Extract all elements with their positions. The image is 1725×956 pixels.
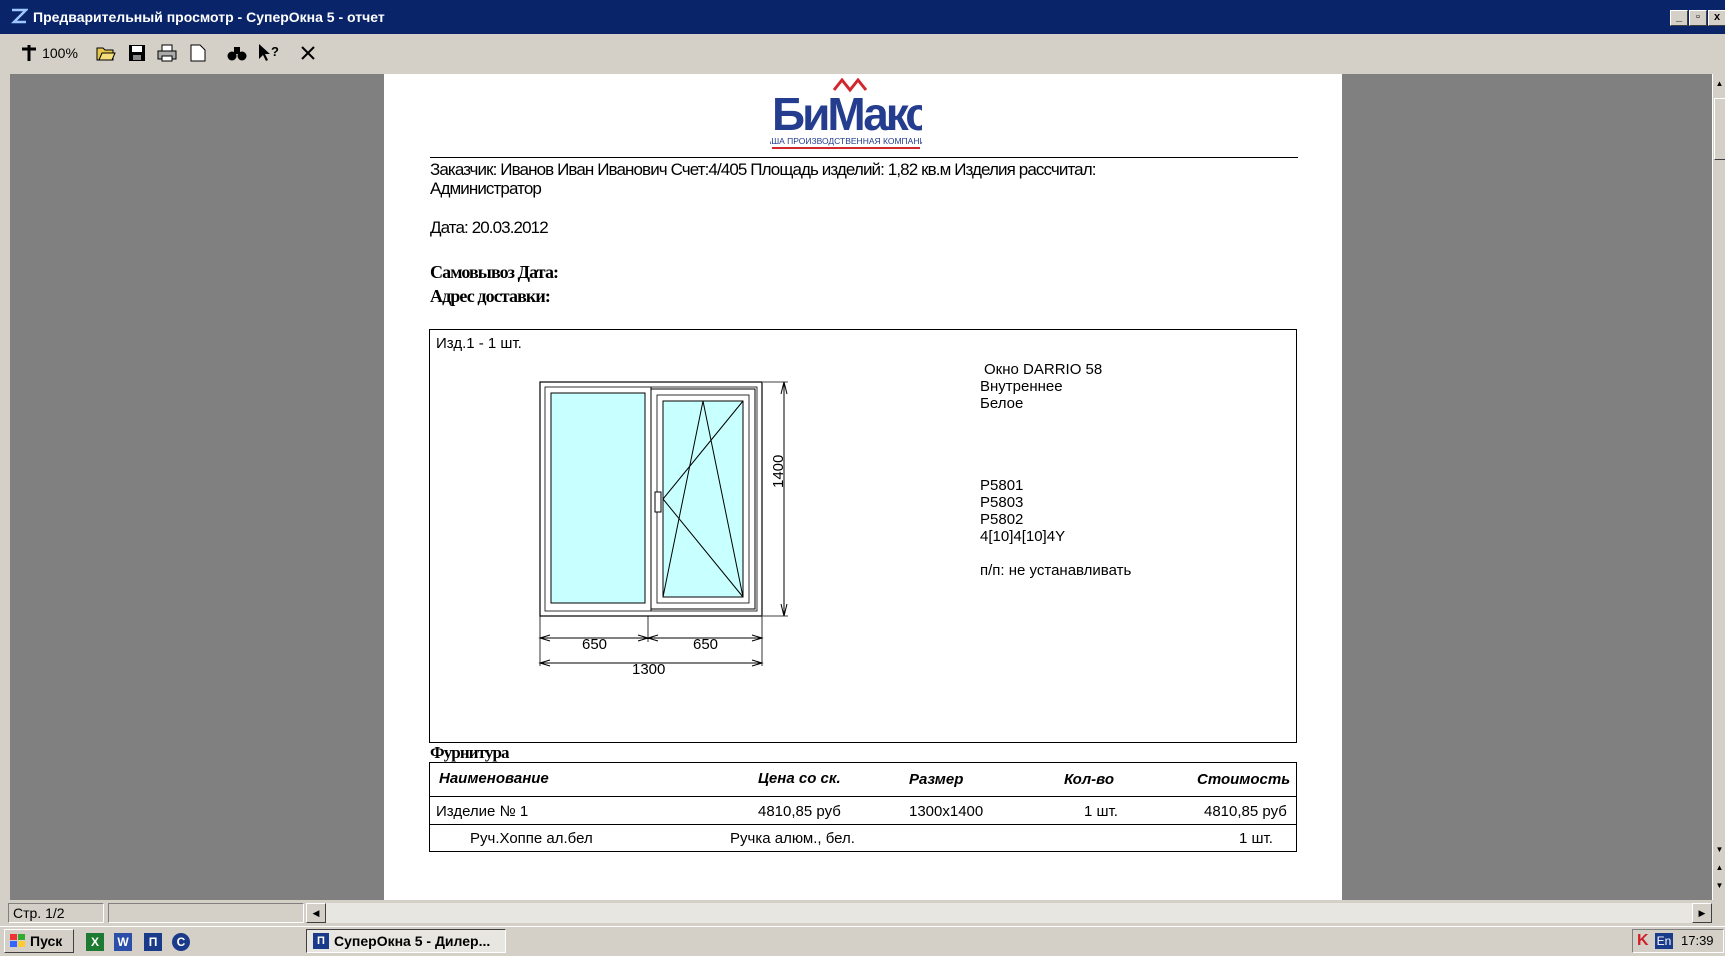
toolbar: 100% ? (0, 34, 1725, 74)
close-button[interactable]: x (1708, 10, 1725, 26)
report-page: БиМакс ВАША ПРОИЗВОДСТВЕННАЯ КОМПАНИЯ За… (384, 74, 1342, 900)
restore-button[interactable]: ▫ (1689, 10, 1707, 26)
find-icon[interactable] (225, 42, 249, 64)
column-header-size: Размер (909, 771, 964, 788)
left-frame (0, 74, 10, 900)
bimax-logo: БиМакс ВАША ПРОИЗВОДСТВЕННАЯ КОМПАНИЯ (760, 77, 933, 150)
status-bar: Стр. 1/2 ◀ ▶ (0, 900, 1725, 926)
table-cell-size: 1300x1400 (909, 803, 984, 820)
column-header-qty: Кол-во (1064, 771, 1114, 788)
item-box: Изд.1 - 1 шт. 650 650 1300 1400 Окно DAR… (429, 329, 1297, 743)
window-type: Внутреннее (980, 378, 1063, 395)
window-model: Окно DARRIO 58 (984, 361, 1103, 378)
zoom-icon[interactable] (16, 42, 42, 64)
system-tray: K En 17:39 (1632, 929, 1724, 953)
profile-code: P5802 (980, 511, 1024, 528)
zoom-level[interactable]: 100% (42, 42, 78, 64)
pickup-date-label: Самовывоз Дата: (430, 262, 559, 282)
table-cell-price: 4810,85 руб (758, 803, 841, 820)
column-header-price: Цена со ск. (758, 770, 841, 787)
scroll-right-icon[interactable]: ▶ (1692, 903, 1712, 923)
title-bar: Предварительный просмотр - СуперОкна 5 -… (0, 0, 1725, 34)
taskbar-task-superokna[interactable]: П СуперОкна 5 - Дилер... (306, 929, 506, 953)
context-help-icon[interactable]: ? (255, 42, 283, 64)
app-icon (10, 8, 28, 24)
install-note: п/п: не устанавливать (980, 562, 1132, 579)
table-cell-name: Руч.Хоппе ал.бел (470, 830, 593, 847)
start-label: Пуск (30, 933, 63, 949)
start-button[interactable]: Пуск (4, 929, 74, 953)
c-app-icon[interactable]: С (172, 933, 190, 951)
column-header-cost: Стоимость (1197, 771, 1291, 788)
page-up-icon[interactable]: ▲ (1713, 860, 1725, 876)
profile-code: P5801 (980, 477, 1024, 494)
logo-graphic: БиМакс ВАША ПРОИЗВОДСТВЕННАЯ КОМПАНИЯ (760, 77, 933, 149)
excel-icon[interactable]: X (86, 933, 104, 951)
minimize-button[interactable]: _ (1670, 10, 1688, 26)
close-preview-icon[interactable] (296, 42, 320, 64)
left-width-dimension: 650 (582, 636, 608, 653)
column-header-name: Наименование (439, 770, 549, 787)
table-cell-name: Изделие № 1 (436, 803, 529, 820)
superokna-icon[interactable]: П (144, 933, 162, 951)
window-color: Белое (980, 395, 1024, 412)
calculated-by: Администратор (430, 179, 542, 198)
window-title: Предварительный просмотр - СуперОкна 5 -… (33, 9, 385, 25)
hardware-title: Фурнитура (430, 743, 510, 762)
vertical-scrollbar[interactable]: ▲ ▼ ▲ ▼ (1712, 74, 1725, 900)
save-icon[interactable] (125, 42, 149, 64)
taskbar: Пуск X W П С П СуперОкна 5 - Дилер... K … (0, 926, 1725, 956)
logo-text: БиМакс (772, 88, 922, 140)
height-dimension: 1400 (770, 454, 787, 488)
logo-tagline: ВАША ПРОИЗВОДСТВЕННАЯ КОМПАНИЯ (770, 136, 922, 146)
language-indicator[interactable]: En (1655, 933, 1673, 949)
page-down-icon[interactable]: ▼ (1713, 878, 1725, 894)
delivery-address-label: Адрес доставки: (430, 286, 551, 306)
print-icon[interactable] (155, 42, 179, 64)
hardware-table: Наименование Цена со ск. Размер Кол-во С… (429, 762, 1297, 852)
horizontal-scrollbar[interactable]: ◀ ▶ (306, 903, 1712, 923)
profile-code: P5803 (980, 494, 1024, 511)
report-date: Дата: 20.03.2012 (430, 218, 549, 237)
svg-text:?: ? (271, 44, 279, 59)
header-divider (430, 157, 1298, 158)
scroll-up-icon[interactable]: ▲ (1713, 76, 1725, 92)
windows-logo-icon (10, 934, 25, 947)
clock: 17:39 (1681, 933, 1714, 948)
open-folder-icon[interactable] (94, 42, 118, 64)
item-header: Изд.1 - 1 шт. (436, 335, 522, 352)
table-cell-description: Ручка алюм., бел. (730, 830, 855, 847)
status-panel (108, 903, 304, 923)
customer-line: Заказчик: Иванов Иван Иванович Счет:4/40… (430, 160, 1096, 179)
right-width-dimension: 650 (693, 636, 719, 653)
superokna-task-icon: П (313, 933, 329, 949)
scroll-left-icon[interactable]: ◀ (306, 903, 326, 923)
task-label: СуперОкна 5 - Дилер... (334, 933, 491, 949)
table-cell-qty: 1 шт. (1084, 803, 1118, 820)
page-indicator: Стр. 1/2 (8, 903, 104, 923)
kaspersky-icon[interactable]: K (1637, 933, 1649, 949)
glass-unit-code: 4[10]4[10]4Y (980, 528, 1066, 545)
table-cell-cost: 4810,85 руб (1204, 803, 1287, 820)
word-icon[interactable]: W (114, 933, 132, 951)
window-drawing (538, 381, 788, 667)
table-cell-qty: 1 шт. (1239, 830, 1273, 847)
new-page-icon[interactable] (186, 42, 210, 64)
total-width-dimension: 1300 (632, 661, 666, 678)
scroll-down-icon[interactable]: ▼ (1713, 842, 1725, 858)
scroll-thumb[interactable] (1714, 98, 1725, 160)
